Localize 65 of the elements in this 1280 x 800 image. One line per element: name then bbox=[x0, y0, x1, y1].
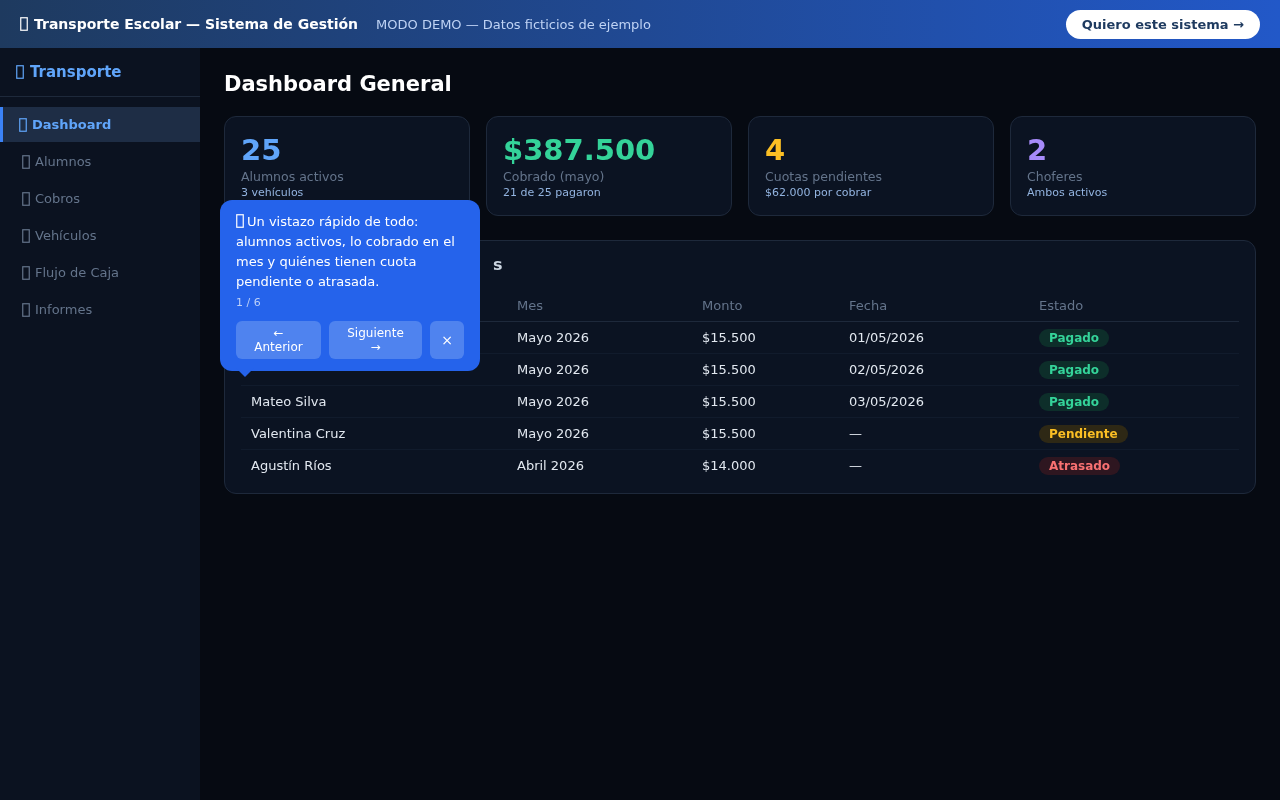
cta-button[interactable]: Quiero este sistema → bbox=[1065, 9, 1260, 39]
stat-value: 4 bbox=[765, 133, 787, 167]
status-badge: Atrasado bbox=[1039, 456, 1121, 475]
stat-detail: 3 vehículos bbox=[241, 186, 305, 199]
status-badge: Pendiente bbox=[1039, 424, 1128, 443]
sidebar-item[interactable]: Flujo de Caja bbox=[0, 255, 200, 290]
next-button[interactable]: Siguiente → bbox=[329, 321, 422, 359]
sidebar-item[interactable]: Cobros bbox=[0, 181, 200, 216]
box-icon bbox=[22, 154, 30, 169]
table-cell: $15.500 bbox=[702, 426, 756, 441]
box-icon bbox=[22, 265, 30, 280]
box-icon bbox=[19, 117, 27, 132]
table-cell: Mayo 2026 bbox=[517, 394, 590, 409]
sidebar-brand: Transporte bbox=[30, 63, 122, 81]
box-icon bbox=[22, 191, 30, 206]
table-cell: Mateo Silva bbox=[251, 394, 327, 409]
status-badge: Pagado bbox=[1039, 360, 1110, 379]
box-icon bbox=[236, 214, 244, 228]
table-cell: Mayo 2026 bbox=[517, 362, 590, 377]
table-cell: Valentina Cruz bbox=[251, 426, 346, 441]
box-icon bbox=[22, 302, 30, 317]
step-counter: 1 / 6 bbox=[236, 296, 262, 309]
table-cell: — bbox=[849, 426, 862, 441]
table-cell: Abril 2026 bbox=[517, 458, 584, 473]
table-cell: $15.500 bbox=[702, 394, 756, 409]
table-cell: $15.500 bbox=[702, 362, 756, 377]
status-badge: Pagado bbox=[1039, 328, 1110, 347]
table-cell: 03/05/2026 bbox=[849, 394, 924, 409]
column-header: Mes bbox=[507, 289, 692, 322]
close-button[interactable]: × bbox=[430, 321, 464, 359]
table-cell: — bbox=[849, 458, 862, 473]
demo-notice: MODO DEMO — Datos ficticios de ejemplo bbox=[376, 16, 651, 32]
table-cell: 02/05/2026 bbox=[849, 362, 924, 377]
page-title: Dashboard General bbox=[224, 72, 452, 96]
status-badge: Pagado bbox=[1039, 392, 1110, 411]
tour-text: Un vistazo rápido de todo: alumnos activos, lo cobrado en el mes y quiénes tienen cuota pendiente o atrasada. bbox=[236, 213, 456, 291]
box-icon bbox=[22, 228, 30, 243]
table-title: s bbox=[493, 254, 503, 276]
column-header: Fecha bbox=[839, 289, 1029, 322]
stat-detail: Ambos activos bbox=[1027, 186, 1109, 199]
table-cell: $15.500 bbox=[702, 330, 756, 345]
stat-detail: 21 de 25 pagaron bbox=[503, 186, 602, 199]
stat-value: $387.500 bbox=[503, 133, 657, 167]
app-title: Transporte Escolar — Sistema de Gestión bbox=[34, 16, 359, 32]
column-header: Monto bbox=[692, 289, 839, 322]
table-cell: Mayo 2026 bbox=[517, 426, 590, 441]
table-cell: 01/05/2026 bbox=[849, 330, 924, 345]
sidebar-item[interactable]: Alumnos bbox=[0, 144, 200, 179]
stat-value: 25 bbox=[241, 133, 283, 167]
sidebar-item[interactable]: Informes bbox=[0, 292, 200, 327]
stat-detail: $62.000 por cobrar bbox=[765, 186, 873, 199]
stat-label: Choferes bbox=[1027, 169, 1084, 184]
table-cell: Mayo 2026 bbox=[517, 330, 590, 345]
stat-label: Cuotas pendientes bbox=[765, 169, 884, 184]
stat-value: 2 bbox=[1027, 133, 1049, 167]
table-cell: Agustín Ríos bbox=[251, 458, 332, 473]
sidebar-item[interactable]: Vehículos bbox=[0, 218, 200, 253]
previous-button[interactable]: ← Anterior bbox=[236, 321, 321, 359]
stat-label: Cobrado (mayo) bbox=[503, 169, 606, 184]
sidebar-item[interactable]: Dashboard bbox=[0, 107, 200, 142]
column-header: Estado bbox=[1029, 289, 1239, 322]
box-icon bbox=[20, 17, 28, 31]
box-icon bbox=[16, 65, 24, 79]
stat-label: Alumnos activos bbox=[241, 169, 345, 184]
table-cell: $14.000 bbox=[702, 458, 756, 473]
